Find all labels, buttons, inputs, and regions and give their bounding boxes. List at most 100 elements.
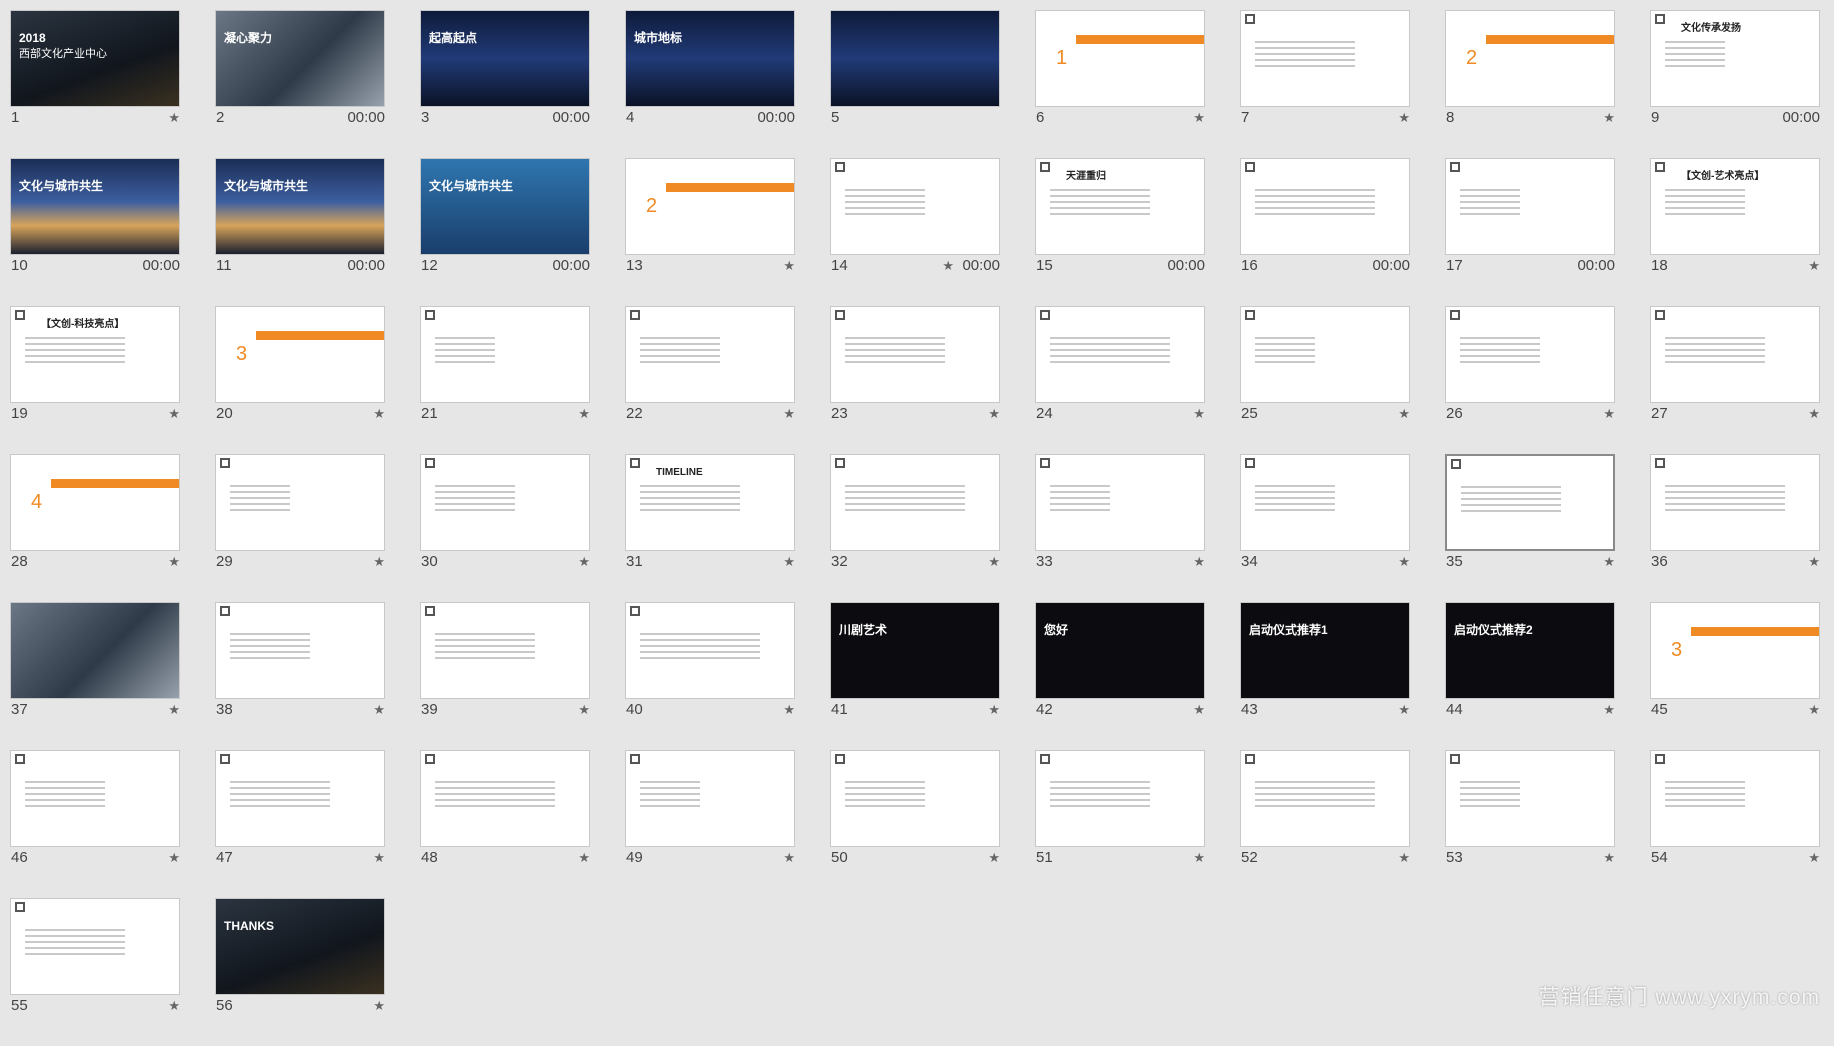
slide-thumbnail-21[interactable]: 21 ★	[420, 306, 590, 454]
animation-star-icon[interactable]: ★	[373, 702, 385, 718]
slide-thumbnail-29[interactable]: 29 ★	[215, 454, 385, 602]
animation-star-icon[interactable]: ★	[1193, 110, 1205, 126]
slide-preview[interactable]	[625, 750, 795, 847]
slide-preview[interactable]	[420, 750, 590, 847]
slide-preview[interactable]: 川剧艺术	[830, 602, 1000, 699]
slide-thumbnail-38[interactable]: 38 ★	[215, 602, 385, 750]
slide-thumbnail-6[interactable]: 1 6 ★	[1035, 10, 1205, 158]
slide-preview[interactable]	[215, 454, 385, 551]
slide-thumbnail-41[interactable]: 川剧艺术 41 ★	[830, 602, 1000, 750]
slide-thumbnail-35[interactable]: 35 ★	[1445, 454, 1615, 602]
animation-star-icon[interactable]: ★	[168, 850, 180, 866]
slide-preview[interactable]: 凝心聚力	[215, 10, 385, 107]
slide-preview[interactable]	[830, 158, 1000, 255]
slide-thumbnail-56[interactable]: THANKS 56 ★	[215, 898, 385, 1046]
slide-thumbnail-55[interactable]: 55 ★	[10, 898, 180, 1046]
animation-star-icon[interactable]: ★	[168, 406, 180, 422]
slide-preview[interactable]	[10, 602, 180, 699]
slide-preview[interactable]: 2018 西部文化产业中心	[10, 10, 180, 107]
slide-preview[interactable]	[1445, 306, 1615, 403]
animation-star-icon[interactable]: ★	[1398, 702, 1410, 718]
slide-preview[interactable]: 2	[625, 158, 795, 255]
slide-thumbnail-10[interactable]: 文化与城市共生 10 00:00	[10, 158, 180, 306]
animation-star-icon[interactable]: ★	[988, 554, 1000, 570]
slide-preview[interactable]	[1445, 158, 1615, 255]
animation-star-icon[interactable]: ★	[373, 998, 385, 1014]
slide-preview[interactable]	[1240, 158, 1410, 255]
slide-thumbnail-52[interactable]: 52 ★	[1240, 750, 1410, 898]
slide-thumbnail-33[interactable]: 33 ★	[1035, 454, 1205, 602]
slide-preview[interactable]: 2	[1445, 10, 1615, 107]
slide-thumbnail-4[interactable]: 城市地标 4 00:00	[625, 10, 795, 158]
animation-star-icon[interactable]: ★	[1808, 850, 1820, 866]
slide-preview[interactable]	[1240, 306, 1410, 403]
animation-star-icon[interactable]: ★	[1193, 850, 1205, 866]
slide-preview[interactable]	[215, 750, 385, 847]
slide-preview[interactable]	[1035, 306, 1205, 403]
slide-preview[interactable]: 您好	[1035, 602, 1205, 699]
animation-star-icon[interactable]: ★	[578, 702, 590, 718]
slide-thumbnail-49[interactable]: 49 ★	[625, 750, 795, 898]
slide-thumbnail-15[interactable]: 天涯重归 15 00:00	[1035, 158, 1205, 306]
animation-star-icon[interactable]: ★	[783, 850, 795, 866]
slide-preview[interactable]	[830, 750, 1000, 847]
animation-star-icon[interactable]: ★	[168, 554, 180, 570]
slide-preview[interactable]	[1445, 750, 1615, 847]
slide-preview[interactable]: 文化与城市共生	[215, 158, 385, 255]
slide-thumbnail-44[interactable]: 启动仪式推荐2 44 ★	[1445, 602, 1615, 750]
slide-thumbnail-30[interactable]: 30 ★	[420, 454, 590, 602]
slide-thumbnail-51[interactable]: 51 ★	[1035, 750, 1205, 898]
animation-star-icon[interactable]: ★	[1193, 554, 1205, 570]
slide-thumbnail-42[interactable]: 您好 42 ★	[1035, 602, 1205, 750]
slide-thumbnail-43[interactable]: 启动仪式推荐1 43 ★	[1240, 602, 1410, 750]
animation-star-icon[interactable]: ★	[1398, 554, 1410, 570]
animation-star-icon[interactable]: ★	[168, 702, 180, 718]
slide-preview[interactable]	[625, 602, 795, 699]
slide-thumbnail-48[interactable]: 48 ★	[420, 750, 590, 898]
slide-thumbnail-24[interactable]: 24 ★	[1035, 306, 1205, 454]
animation-star-icon[interactable]: ★	[1398, 406, 1410, 422]
animation-star-icon[interactable]: ★	[1808, 406, 1820, 422]
animation-star-icon[interactable]: ★	[942, 258, 954, 274]
slide-thumbnail-3[interactable]: 起高起点 3 00:00	[420, 10, 590, 158]
slide-thumbnail-8[interactable]: 2 8 ★	[1445, 10, 1615, 158]
slide-thumbnail-32[interactable]: 32 ★	[830, 454, 1000, 602]
slide-preview[interactable]	[420, 602, 590, 699]
animation-star-icon[interactable]: ★	[1603, 850, 1615, 866]
slide-preview[interactable]	[1240, 454, 1410, 551]
slide-preview[interactable]: 4	[10, 454, 180, 551]
slide-thumbnail-2[interactable]: 凝心聚力 2 00:00	[215, 10, 385, 158]
slide-preview[interactable]	[1240, 750, 1410, 847]
slide-preview[interactable]	[1650, 454, 1820, 551]
slide-thumbnail-34[interactable]: 34 ★	[1240, 454, 1410, 602]
slide-preview[interactable]: THANKS	[215, 898, 385, 995]
slide-preview[interactable]: 启动仪式推荐2	[1445, 602, 1615, 699]
slide-preview[interactable]	[1650, 306, 1820, 403]
animation-star-icon[interactable]: ★	[783, 258, 795, 274]
slide-thumbnail-25[interactable]: 25 ★	[1240, 306, 1410, 454]
slide-thumbnail-12[interactable]: 文化与城市共生 12 00:00	[420, 158, 590, 306]
slide-thumbnail-14[interactable]: 14 ★ 00:00	[830, 158, 1000, 306]
slide-preview[interactable]	[10, 750, 180, 847]
slide-preview[interactable]: 【文创-艺术亮点】	[1650, 158, 1820, 255]
slide-thumbnail-11[interactable]: 文化与城市共生 11 00:00	[215, 158, 385, 306]
slide-thumbnail-17[interactable]: 17 00:00	[1445, 158, 1615, 306]
slide-preview[interactable]	[10, 898, 180, 995]
slide-thumbnail-7[interactable]: 7 ★	[1240, 10, 1410, 158]
slide-preview[interactable]: TIMELINE	[625, 454, 795, 551]
slide-preview[interactable]: 3	[215, 306, 385, 403]
animation-star-icon[interactable]: ★	[1398, 110, 1410, 126]
animation-star-icon[interactable]: ★	[1808, 554, 1820, 570]
animation-star-icon[interactable]: ★	[1603, 554, 1615, 570]
animation-star-icon[interactable]: ★	[578, 406, 590, 422]
animation-star-icon[interactable]: ★	[168, 110, 180, 126]
animation-star-icon[interactable]: ★	[783, 554, 795, 570]
slide-preview[interactable]: 城市地标	[625, 10, 795, 107]
slide-thumbnail-54[interactable]: 54 ★	[1650, 750, 1820, 898]
animation-star-icon[interactable]: ★	[1808, 702, 1820, 718]
slide-preview[interactable]: 文化传承发扬	[1650, 10, 1820, 107]
animation-star-icon[interactable]: ★	[1808, 258, 1820, 274]
slide-preview[interactable]: 文化与城市共生	[420, 158, 590, 255]
slide-preview[interactable]: 【文创-科技亮点】	[10, 306, 180, 403]
slide-preview[interactable]	[1035, 454, 1205, 551]
